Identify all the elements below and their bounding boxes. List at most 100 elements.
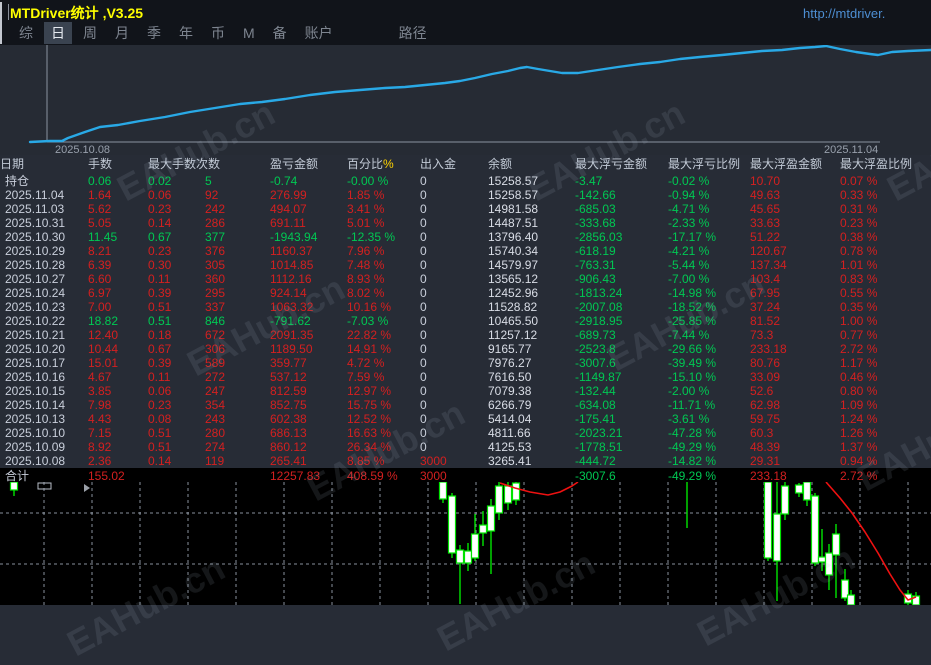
- cell-in_out: 0: [420, 398, 488, 412]
- cell-max_float_profit: 233.18: [750, 342, 840, 356]
- cell-pnl: 1063.32: [270, 300, 347, 314]
- cell-balance: 14981.58: [488, 202, 575, 216]
- cell-lots: 15.01: [88, 356, 148, 370]
- table-row[interactable]: 2025.10.153.850.06247812.5912.97 %07079.…: [0, 384, 931, 398]
- cell-max_float_loss_pct: -49.29 %: [668, 440, 750, 454]
- table-row[interactable]: 2025.10.107.150.51280686.1316.63 %04811.…: [0, 426, 931, 440]
- table-row[interactable]: 2025.11.041.640.0692276.991.85 %015258.5…: [0, 188, 931, 202]
- cell-balance: 3265.41: [488, 454, 575, 468]
- table-row[interactable]: 2025.10.3011.450.67377-1943.94-12.35 %01…: [0, 230, 931, 244]
- stats-table: 日期手数最大手数次数盈亏金额百分比%出入金余额最大浮亏金额最大浮亏比例最大浮盈金…: [0, 155, 931, 483]
- cell-date: 2025.10.24: [0, 286, 88, 300]
- menu-item-7[interactable]: 币: [204, 22, 232, 44]
- cell-date: 2025.10.20: [0, 342, 88, 356]
- cell-lots: 6.60: [88, 272, 148, 286]
- candle-body: [449, 496, 456, 553]
- cell-lots: 10.44: [88, 342, 148, 356]
- table-row[interactable]: 2025.10.2010.440.673061189.5014.91 %0916…: [0, 342, 931, 356]
- total-row[interactable]: 合计155.0212257.83408.59 %3000-3007.6-49.2…: [0, 468, 931, 483]
- table-row[interactable]: 2025.10.2112.400.186722091.3522.82 %0112…: [0, 328, 931, 342]
- cell-pct: 16.63 %: [347, 426, 420, 440]
- table-row[interactable]: 2025.10.098.920.51274860.1226.34 %04125.…: [0, 440, 931, 454]
- cell-count: 306: [205, 342, 270, 356]
- cell-max_float_loss: -1778.51: [575, 440, 668, 454]
- cell-max_float_profit: 67.95: [750, 286, 840, 300]
- cell-count: 5: [205, 174, 270, 188]
- window-edge-artifact: [8, 4, 9, 20]
- header-12: 最大浮盈比例: [840, 157, 931, 171]
- cell-lots: 4.43: [88, 412, 148, 426]
- cell-pnl: 276.99: [270, 188, 347, 202]
- cell-date: 2025.10.27: [0, 272, 88, 286]
- cell-pnl: 537.12: [270, 370, 347, 384]
- table-row[interactable]: 2025.10.286.390.303051014.857.48 %014579…: [0, 258, 931, 272]
- cell-max_float_loss_pct: -0.94 %: [668, 188, 750, 202]
- cell-max_float_loss_pct: -0.02 %: [668, 174, 750, 188]
- cell-max_float_profit: 45.65: [750, 202, 840, 216]
- menu-item-3[interactable]: 周: [76, 22, 104, 44]
- menu-item-8[interactable]: M: [236, 24, 262, 42]
- cell-lots: 18.82: [88, 314, 148, 328]
- menu-item-1[interactable]: 综: [12, 22, 40, 44]
- cell-max_lots: 0.08: [148, 412, 205, 426]
- menu-item-10[interactable]: 账户: [298, 22, 340, 44]
- table-row[interactable]: 2025.10.298.210.233761160.377.96 %015740…: [0, 244, 931, 258]
- cell-pnl: 1112.16: [270, 272, 347, 286]
- table-row[interactable]: 持仓0.060.025-0.74-0.00 %015258.57-3.47-0.…: [0, 174, 931, 188]
- table-row[interactable]: 2025.10.164.670.11272537.127.59 %07616.5…: [0, 370, 931, 384]
- cell-count: 337: [205, 300, 270, 314]
- table-row[interactable]: 2025.10.082.360.14119265.418.85 %3000326…: [0, 454, 931, 468]
- cell-count: 589: [205, 356, 270, 370]
- cell-max_lots: 0.06: [148, 188, 205, 202]
- cell-date: 2025.10.21: [0, 328, 88, 342]
- cell-date: 2025.11.04: [0, 188, 88, 202]
- cell-balance: 7616.50: [488, 370, 575, 384]
- table-row[interactable]: 2025.10.147.980.23354852.7515.75 %06266.…: [0, 398, 931, 412]
- candle-body: [804, 482, 811, 500]
- equity-chart: 2025.10.08 2025.11.04: [0, 45, 931, 155]
- cell-in_out: 0: [420, 426, 488, 440]
- table-row[interactable]: 2025.10.246.970.39295924.148.02 %012452.…: [0, 286, 931, 300]
- cell-balance: 6266.79: [488, 398, 575, 412]
- cell-in_out: 0: [420, 230, 488, 244]
- table-row[interactable]: 2025.10.237.000.513371063.3210.16 %01152…: [0, 300, 931, 314]
- menu-item-2[interactable]: 日: [44, 22, 72, 44]
- cell-max_lots: 0.51: [148, 426, 205, 440]
- cell-max_float_profit_pct: 1.26 %: [840, 426, 931, 440]
- table-row[interactable]: 2025.10.1715.010.39589359.774.72 %07976.…: [0, 356, 931, 370]
- cell-balance: 14487.51: [488, 216, 575, 230]
- table-row[interactable]: 2025.10.315.050.14286691.115.01 %014487.…: [0, 216, 931, 230]
- table-row[interactable]: 2025.10.276.600.113601112.168.93 %013565…: [0, 272, 931, 286]
- menu-item-9[interactable]: 备: [266, 22, 294, 44]
- cell-in_out: 0: [420, 244, 488, 258]
- cell-count: 846: [205, 314, 270, 328]
- cell-max_float_profit_pct: 0.38 %: [840, 230, 931, 244]
- cell-max_float_loss_pct: -4.21 %: [668, 244, 750, 258]
- cell-max_float_profit: 103.4: [750, 272, 840, 286]
- cell-lots: 0.06: [88, 174, 148, 188]
- header-11: 最大浮盈金额: [750, 157, 840, 171]
- cell-pnl: 686.13: [270, 426, 347, 440]
- menu-item-4[interactable]: 月: [108, 22, 136, 44]
- cell-count: 247: [205, 384, 270, 398]
- cell-pct: 12.97 %: [347, 384, 420, 398]
- cell-lots: 11.45: [88, 230, 148, 244]
- menu-item-path[interactable]: 路径: [392, 22, 434, 44]
- candle-body: [774, 514, 781, 561]
- cell-max_float_loss: -132.44: [575, 384, 668, 398]
- app-url-link[interactable]: http://mtdriver.: [803, 6, 885, 21]
- equity-chart-svg: [0, 45, 931, 155]
- cell-pnl: 12257.83: [270, 469, 347, 483]
- cell-balance: 5414.04: [488, 412, 575, 426]
- table-row[interactable]: 2025.10.2218.820.51846-791.62-7.03 %0104…: [0, 314, 931, 328]
- menu-item-6[interactable]: 年: [172, 22, 200, 44]
- table-row[interactable]: 2025.11.035.620.23242494.073.41 %014981.…: [0, 202, 931, 216]
- menu-item-5[interactable]: 季: [140, 22, 168, 44]
- candle-body: [440, 482, 447, 499]
- cell-max_lots: 0.51: [148, 440, 205, 454]
- table-row[interactable]: 2025.10.134.430.08243602.3812.52 %05414.…: [0, 412, 931, 426]
- cell-max_float_profit_pct: 2.72 %: [840, 342, 931, 356]
- cell-max_float_loss_pct: -29.66 %: [668, 342, 750, 356]
- title-bar: MTDriver统计 ,V3.25 http://mtdriver. 综日周月季…: [0, 0, 931, 45]
- cell-count: 92: [205, 188, 270, 202]
